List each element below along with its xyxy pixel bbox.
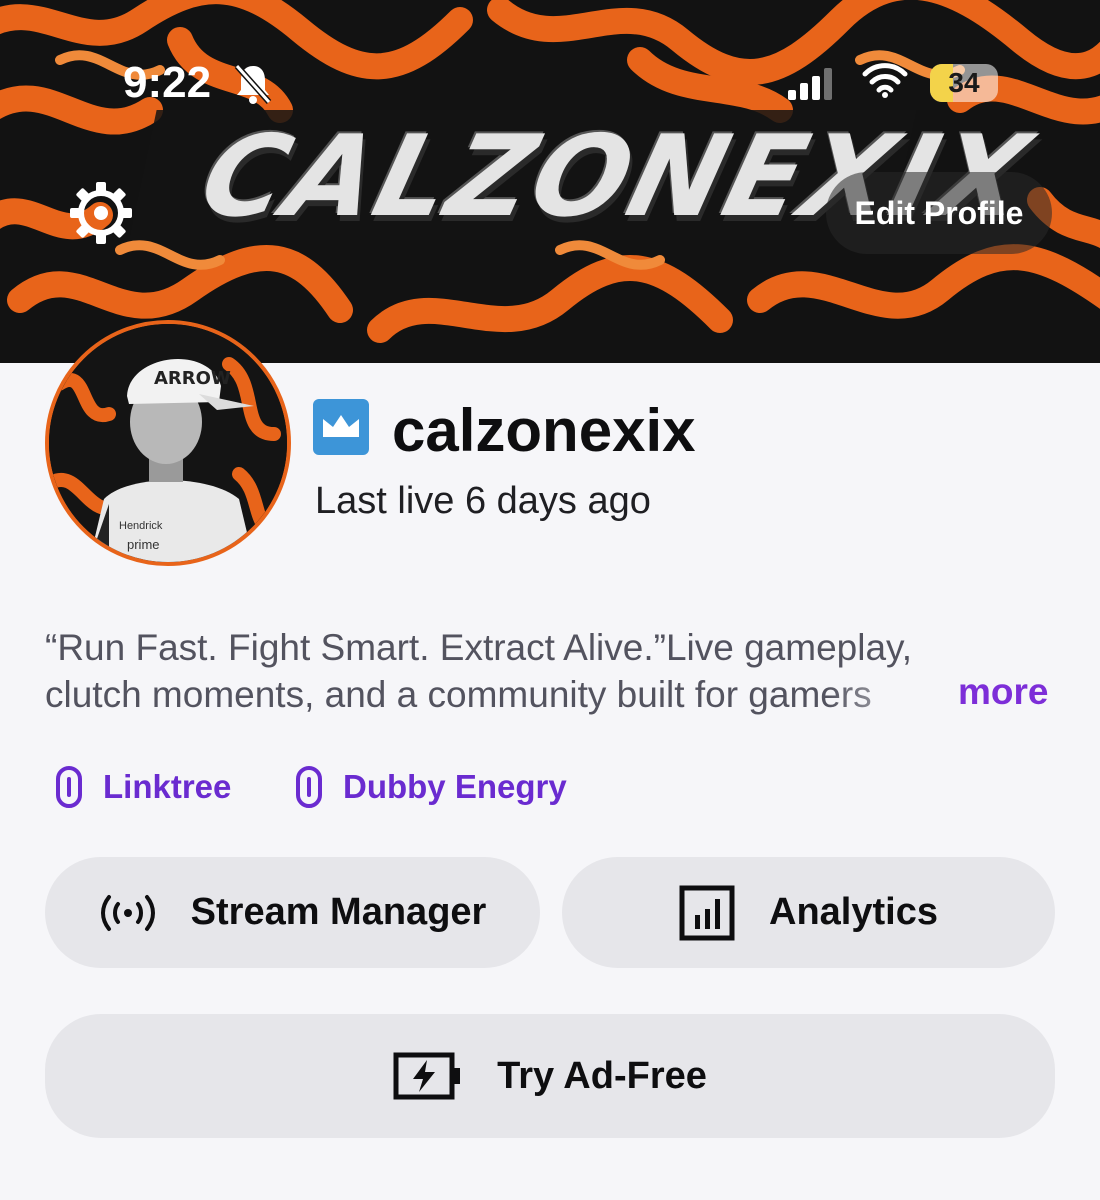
settings-button[interactable] (56, 168, 146, 258)
bio-line: “Run Fast. Fight Smart. Extract Alive.”L… (45, 627, 913, 668)
social-link-linktree[interactable]: Linktree (55, 764, 231, 810)
battery-icon: 34 (930, 64, 998, 102)
bar-chart-icon (679, 885, 735, 940)
link-icon (296, 766, 322, 808)
last-live-status: Last live 6 days ago (315, 480, 651, 522)
edit-profile-button[interactable]: Edit Profile (826, 172, 1052, 254)
analytics-label: Analytics (769, 891, 938, 933)
channel-username: calzonexix (392, 397, 696, 464)
avatar-image: Hendrick prime ARROW (49, 324, 287, 562)
analytics-button[interactable]: Analytics (562, 857, 1055, 968)
crown-badge-icon (313, 399, 369, 455)
svg-text:ARROW: ARROW (154, 368, 231, 389)
profile-banner: CALZONEXIX 9:22 34 Edit Profile (0, 0, 1100, 363)
try-ad-free-label: Try Ad-Free (497, 1054, 707, 1097)
broadcast-icon (100, 894, 155, 931)
wifi-icon (862, 63, 908, 98)
avatar[interactable]: Hendrick prime ARROW (45, 320, 291, 566)
try-ad-free-button[interactable]: Try Ad-Free (45, 1014, 1055, 1138)
stream-manager-button[interactable]: Stream Manager (45, 857, 540, 968)
svg-text:prime: prime (127, 537, 160, 552)
bio-more-link[interactable]: more (958, 671, 1048, 713)
gear-icon (70, 182, 132, 244)
status-time: 9:22 (123, 58, 212, 107)
bell-off-icon (234, 64, 272, 104)
channel-bio: “Run Fast. Fight Smart. Extract Alive.”L… (45, 624, 1055, 718)
social-link-label: Linktree (103, 768, 232, 805)
social-link-dubby[interactable]: Dubby Enegry (295, 764, 567, 810)
battery-percent: 34 (948, 67, 980, 98)
stream-manager-label: Stream Manager (190, 891, 487, 933)
social-link-label: Dubby Enegry (343, 768, 567, 805)
link-icon (56, 766, 82, 808)
signal-icon (788, 68, 832, 100)
bio-line: clutch moments, and a community built fo… (45, 674, 872, 715)
svg-text:Hendrick: Hendrick (119, 520, 163, 532)
battery-bolt-icon (393, 1052, 461, 1100)
